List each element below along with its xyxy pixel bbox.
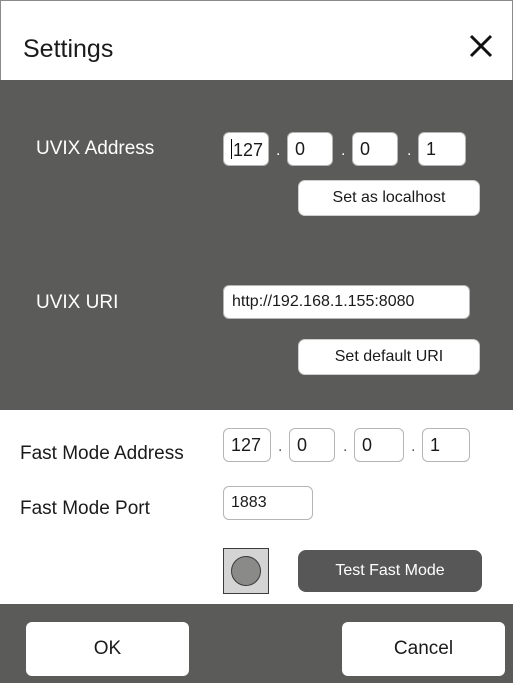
set-default-uri-button[interactable]: Set default URI (298, 339, 480, 375)
test-fast-mode-button[interactable]: Test Fast Mode (298, 550, 482, 592)
ip-separator: . (341, 142, 346, 159)
ip-separator: . (343, 438, 348, 455)
uvix-uri-label: UVIX URI (36, 292, 119, 313)
ip-separator: . (278, 438, 283, 455)
title-bar: Settings (0, 0, 513, 80)
uvix-address-octet-4[interactable]: 1 (418, 132, 466, 166)
close-button[interactable] (464, 29, 498, 63)
uvix-address-label: UVIX Address (36, 138, 155, 159)
uvix-address-octet-1[interactable]: 127 (223, 132, 269, 166)
fast-mode-address-octet-3[interactable]: 0 (354, 428, 404, 462)
fast-mode-port-input[interactable]: 1883 (223, 486, 313, 520)
fast-mode-address-octet-2[interactable]: 0 (289, 428, 335, 462)
status-led-icon (231, 556, 261, 586)
fast-mode-address-octet-4[interactable]: 1 (422, 428, 470, 462)
uvix-panel: UVIX Address 127 . 0 . 0 . 1 Set as loca… (0, 80, 513, 410)
fast-mode-status-indicator (223, 548, 269, 594)
dialog-title: Settings (23, 35, 114, 63)
uvix-uri-input[interactable]: http://192.168.1.155:8080 (223, 285, 470, 319)
dialog-footer: OK Cancel (0, 604, 513, 683)
ok-button[interactable]: OK (26, 622, 189, 676)
ip-separator: . (407, 142, 412, 159)
ip-separator: . (276, 142, 281, 159)
uvix-address-octet-3[interactable]: 0 (352, 132, 398, 166)
uvix-address-octet-2[interactable]: 0 (287, 132, 333, 166)
fast-mode-address-octet-1[interactable]: 127 (223, 428, 271, 462)
fast-mode-address-label: Fast Mode Address (20, 443, 184, 464)
close-icon (469, 34, 493, 58)
set-localhost-button[interactable]: Set as localhost (298, 180, 480, 216)
ip-separator: . (411, 438, 416, 455)
cancel-button[interactable]: Cancel (342, 622, 505, 676)
fast-mode-port-label: Fast Mode Port (20, 498, 150, 519)
